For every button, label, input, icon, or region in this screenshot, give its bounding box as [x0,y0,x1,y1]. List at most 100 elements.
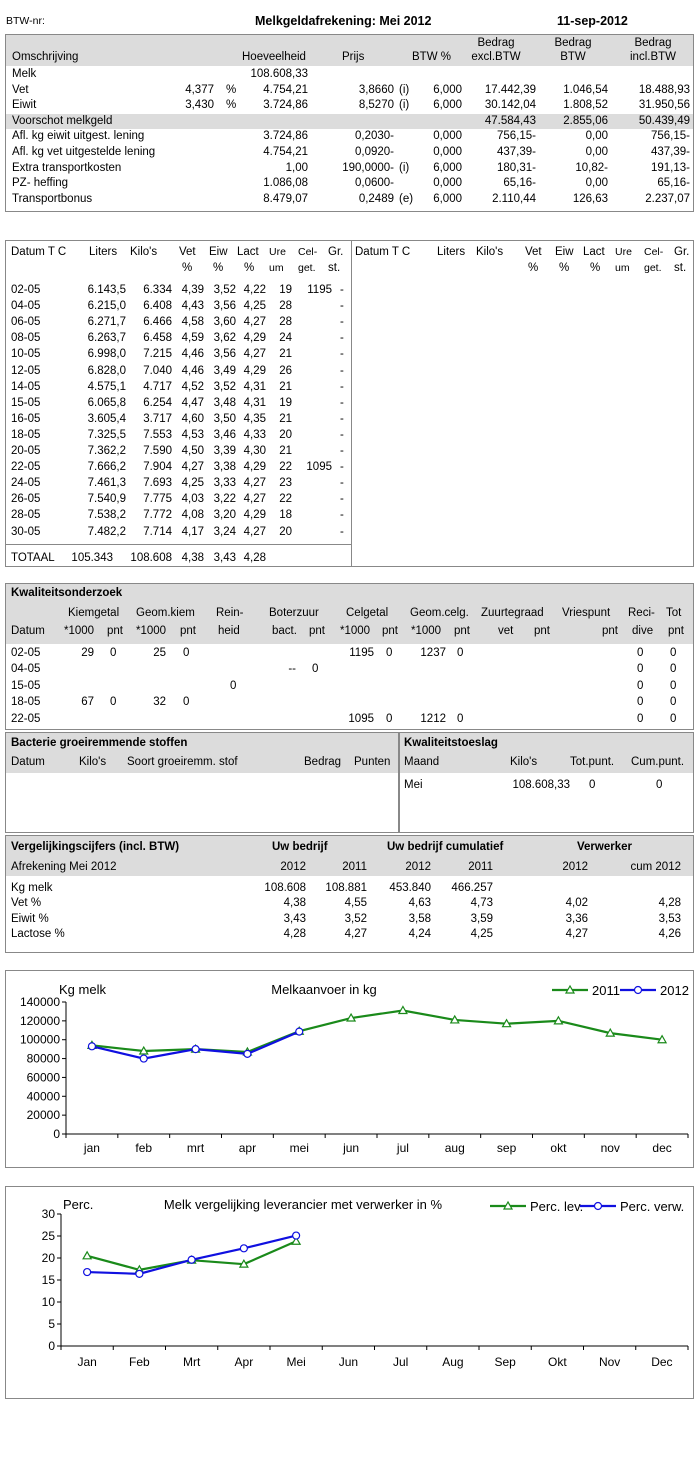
summary-qty: 1.086,08 [263,177,308,190]
summary-desc: Melk [12,68,37,80]
summary-vat: 0,00 [585,146,608,158]
delivery-vet: 4,08 [181,509,204,522]
q-tot: 0 [670,696,677,709]
delivery-ureum: 28 [279,316,292,329]
data-point [87,1042,97,1051]
toeslag-totpunt: 0 [589,779,596,791]
delivery-eiw: 3,52 [213,380,236,393]
summary-pct: 3,430 [185,99,214,112]
q-recidive: 0 [637,663,644,676]
delivery-kilos: 7.775 [143,493,172,506]
delivery-date: 14-05 [11,380,41,393]
delivery-eiw: 3,38 [213,461,236,474]
total-label: TOTAAL [11,552,55,564]
b-col-punten: Punten [354,756,391,768]
delivery-date: 08-05 [11,332,41,345]
summary-qty: 1,00 [285,161,308,174]
col-ure: Ure [269,246,286,258]
delivery-celgetal: 1195 [307,284,332,296]
summary-incl: 756,15- [650,130,690,143]
data-point [82,1250,93,1260]
col-datum: Datum T C [11,246,67,258]
delivery-lact: 4,29 [243,461,266,474]
summary-desc: Eiwit [12,99,37,112]
comparison-value: 4,63 [408,897,431,910]
total-eiw: 3,43 [213,552,236,564]
summary-qty: 3.724,86 [263,99,308,112]
summary-desc: Extra transportkosten [12,161,122,174]
delivery-row: 18-05 7.325,5 7.553 4,53 3,46 4,33 20 - [6,428,351,443]
y-tick-label: 60000 [27,1070,61,1084]
summary-row: Vet 4,377% 4.754,21 3,8660 (i) 6,000 17.442,39… [6,83,693,98]
delivery-lact: 4,31 [243,396,266,409]
delivery-date: 02-05 [11,284,41,296]
summary-vat: 1.046,54 [563,83,608,96]
total-lact: 4,28 [243,552,266,564]
quality-research: Kwaliteitsonderzoek Kiemgetal Geom.kiem … [5,583,694,730]
x-tick-label: Apr [235,1355,254,1369]
delivery-vet: 4,46 [181,348,204,361]
q-col-kiemgetal: Kiemgetal [68,607,120,619]
summary-desc: Vet [12,83,29,96]
delivery-date: 10-05 [11,348,41,361]
col-gr: Gr. [328,246,344,258]
col-omschrijving: Omschrijving [12,51,79,63]
delivery-liters: 7.362,2 [87,445,126,457]
delivery-kilos: 7.772 [143,509,172,522]
delivery-eiw: 3,20 [213,509,236,522]
comparison-row: Eiwit % 3,43 3,52 3,58 3,59 3,36 3,53 [6,912,693,927]
data-point [83,1267,92,1277]
legend-label: Perc. verw. [620,1199,684,1214]
q-cel-pnt: 0 [386,712,393,725]
q-unit-gc1000: *1000 [411,625,442,637]
deliveries-divider [351,241,352,566]
comparison-value: 4,27 [565,927,588,940]
q-recidive: 0 [637,712,644,725]
delivery-vet: 4,39 [181,284,204,296]
q-unit-g1000: *1000 [136,625,167,637]
t-col-totpunt: Tot.punt. [570,756,615,768]
q-datum: 02-05 [11,647,41,659]
q-kiemgetal: 29 [81,647,94,659]
delivery-liters: 6.215,0 [87,300,126,313]
col-lact-unit: % [244,262,255,274]
x-tick-label: Feb [129,1355,150,1369]
comparison-year: 2012 [280,861,306,873]
col-vet-unit: % [182,262,193,274]
summary-flag: (e) [399,192,414,205]
summary-qty: 4.754,21 [263,83,308,96]
comparison-year: 2012 [562,861,588,873]
col-incl-2: incl.BTW [630,51,676,63]
delivery-date: 04-05 [11,300,41,313]
milk-supply-chart: 0 20000 40000 60000 80000 100000 120000 140000 j… [20,982,689,1155]
summary-price: 0,0920- [354,146,394,158]
col-kilos: Kilo's [130,246,158,258]
delivery-lact: 4,27 [243,348,266,361]
x-tick-label: jul [396,1141,409,1155]
summary-pct-sign: % [226,99,237,112]
delivery-kilos: 4.717 [143,380,172,393]
summary-header: Omschrijving Hoeveelheid Prijs BTW % Bed… [6,35,693,66]
q-datum: 22-05 [11,712,41,725]
x-tick-label: Sep [494,1355,516,1369]
summary-qty: 108.608,33 [250,68,308,80]
delivery-date: 12-05 [11,364,41,377]
delivery-date: 30-05 [11,525,41,538]
col-eiw-unit: % [213,262,224,274]
delivery-grade: - [340,300,344,313]
delivery-liters: 7.482,2 [87,525,126,538]
comparison-title: Vergelijkingscijfers (incl. BTW) [11,841,180,853]
delivery-row: 04-05 6.215,0 6.408 4,43 3,56 4,25 28 - [6,299,351,314]
col-gr-unit-2: st. [674,262,687,274]
x-tick-label: aug [445,1141,465,1155]
quality-row: 22-05 1095 0 1212 0 0 0 [6,712,693,727]
summary-vat: 1.808,52 [563,99,608,112]
col-cel-2: Cel- [644,246,664,258]
col-liters-2: Liters [437,246,466,258]
q-col-boterzuur: Boterzuur [269,607,319,619]
col-hoeveelheid: Hoeveelheid [242,51,306,63]
y-tick-label: 140000 [20,995,60,1009]
q-unit-c1000: *1000 [340,625,371,637]
comparison-value: 4,02 [565,897,588,910]
comparison-value: 4,25 [470,927,493,940]
